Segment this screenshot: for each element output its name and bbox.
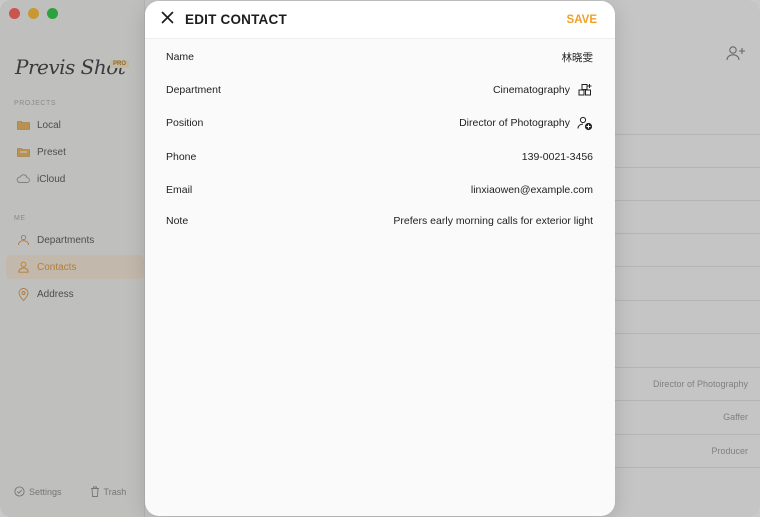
close-button[interactable] [159,11,175,29]
close-icon [161,11,174,29]
email-field[interactable]: linxiaowen@example.com [471,184,593,196]
email-field-row[interactable]: Email linxiaowen@example.com [166,180,593,200]
save-button[interactable]: SAVE [567,14,597,26]
app-window: Previs Shot PRO PROJECTS Local Preset iC… [0,0,760,517]
edit-contact-modal: EDIT CONTACT SAVE Name 林晓雯 Department Ci… [145,1,615,516]
phone-label: Phone [166,151,197,163]
position-field-row[interactable]: Position Director of Photography [166,113,593,133]
department-label: Department [166,84,221,96]
name-field-row[interactable]: Name 林晓雯 [166,47,593,67]
note-field[interactable]: Prefers early morning calls for exterior… [393,215,593,227]
email-label: Email [166,184,193,196]
department-field-row[interactable]: Department Cinematography [166,80,593,100]
position-value[interactable]: Director of Photography [459,117,570,129]
note-label: Note [166,215,189,227]
name-field[interactable]: 林晓雯 [562,50,594,65]
modal-title: EDIT CONTACT [185,12,287,27]
position-label: Position [166,117,204,129]
phone-field-row[interactable]: Phone 139-0021-3456 [166,147,593,167]
department-value[interactable]: Cinematography [493,84,570,96]
modal-header: EDIT CONTACT SAVE [145,1,615,39]
select-department-icon[interactable] [577,82,593,98]
select-position-icon[interactable] [577,115,593,131]
name-label: Name [166,51,195,63]
phone-field[interactable]: 139-0021-3456 [522,151,593,163]
note-field-row[interactable]: Note Prefers early morning calls for ext… [166,211,593,231]
